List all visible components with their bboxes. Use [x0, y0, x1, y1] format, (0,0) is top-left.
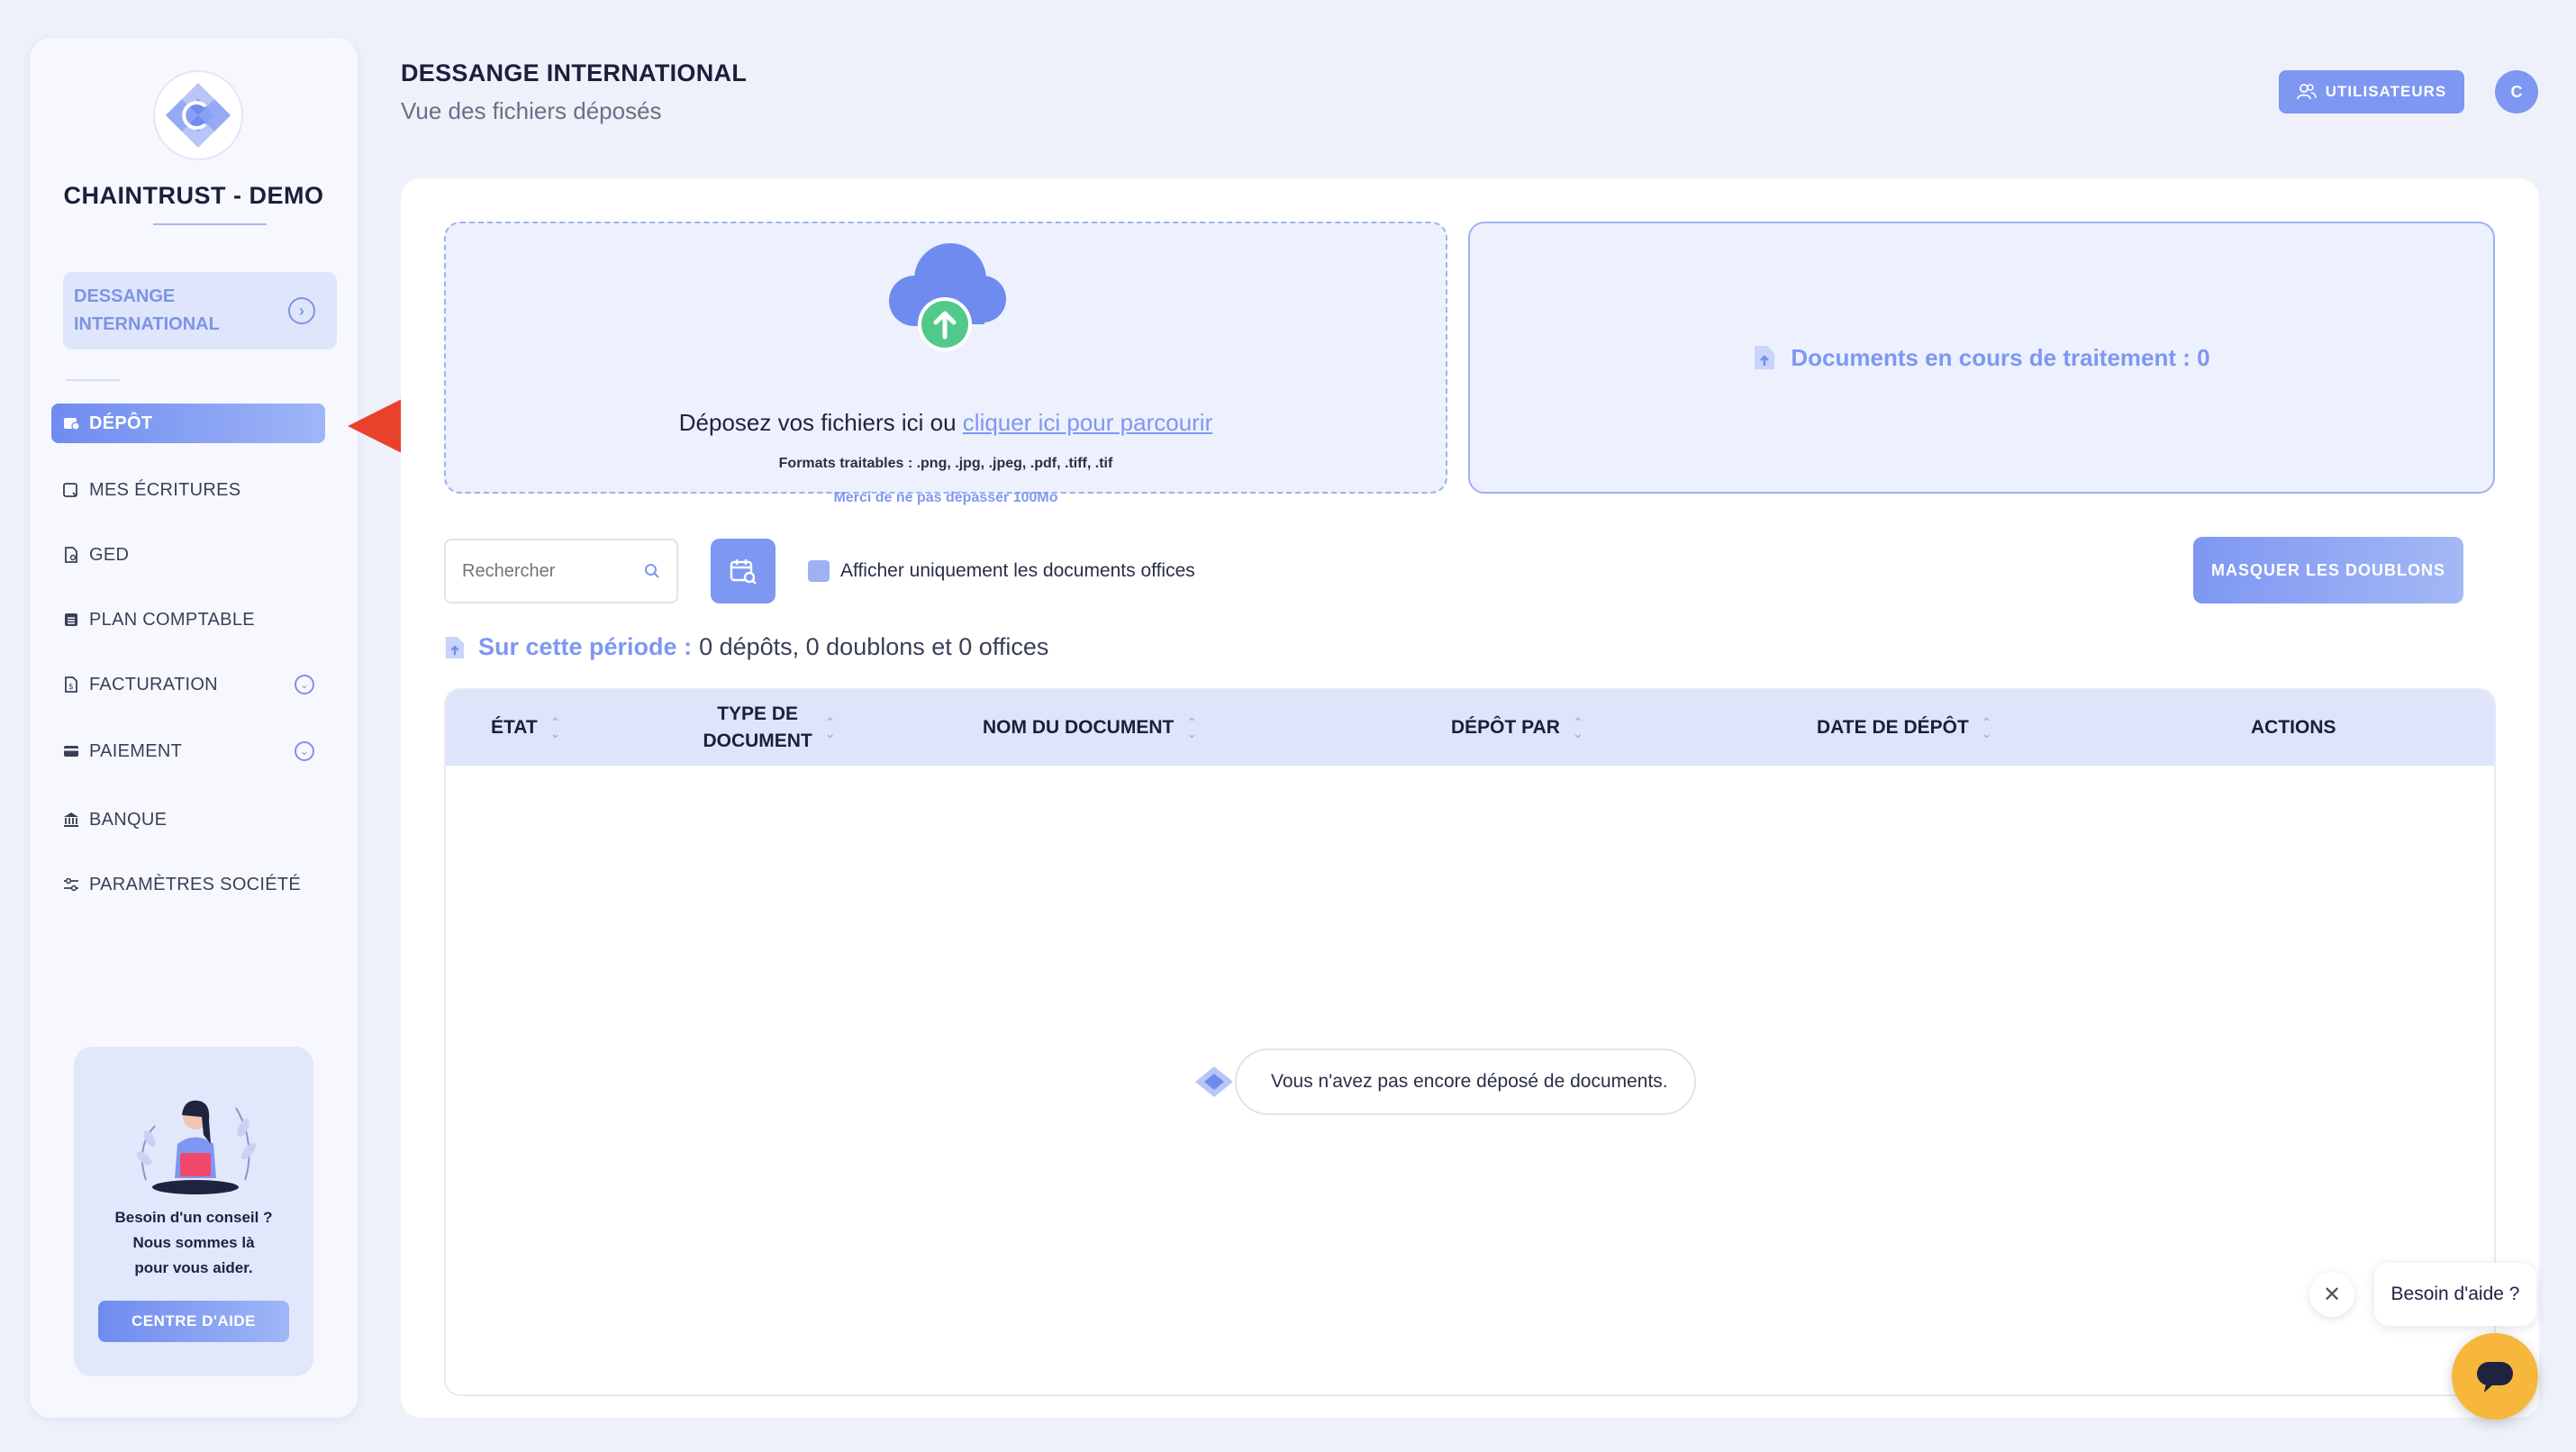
nav-label: FACTURATION [89, 674, 218, 694]
period-value: 0 dépôts, 0 doublons et 0 offices [699, 633, 1049, 660]
nav-label: GED [89, 544, 130, 565]
nav-item-paiement[interactable]: PAIEMENT ⌄ [51, 731, 325, 771]
users-button-label: UTILISATEURS [2325, 83, 2447, 100]
browse-link[interactable]: cliquer ici pour parcourir [963, 409, 1212, 436]
chevron-down-icon[interactable]: ⌄ [295, 675, 314, 694]
column-depot-par[interactable]: DÉPÔT PAR ⌃ ⌄ [1451, 690, 1583, 766]
page-subtitle: Vue des fichiers déposés [401, 97, 662, 124]
offices-checkbox[interactable] [808, 560, 830, 582]
processing-panel: Documents en cours de traitement : 0 [1468, 222, 2495, 494]
document-icon [62, 546, 80, 564]
offices-filter[interactable]: Afficher uniquement les documents office… [808, 558, 1195, 584]
help-text: Besoin d'un conseil ? Nous sommes là pou… [114, 1209, 273, 1276]
search-input[interactable] [462, 560, 624, 582]
nav-item-depot[interactable]: DÉPÔT [51, 404, 325, 443]
nav-label: DÉPÔT [89, 413, 153, 433]
close-icon[interactable]: ✕ [2309, 1272, 2354, 1317]
nav-label: PLAN COMPTABLE [89, 609, 255, 630]
processing-text: Documents en cours de traitement : 0 [1791, 343, 2210, 371]
documents-table: ÉTAT ⌃ ⌄ TYPE DE DOCUMENT ⌃ ⌄ NOM DU DOCUM… [444, 688, 2496, 1396]
users-icon [2296, 84, 2317, 100]
ledger-icon [62, 611, 80, 629]
sort-icon[interactable]: ⌃ ⌄ [1573, 716, 1583, 740]
nav-label: MES ÉCRITURES [89, 479, 241, 500]
chat-icon [2477, 1362, 2513, 1393]
hide-duplicates-button[interactable]: MASQUER LES DOUBLONS [2193, 537, 2463, 603]
users-button[interactable]: UTILISATEURS [2279, 70, 2464, 113]
period-summary: Sur cette période : 0 dépôts, 0 doublons… [444, 633, 1048, 661]
nav-item-facturation[interactable]: $ FACTURATION ⌄ [51, 665, 325, 704]
company-name: DESSANGE INTERNATIONAL [74, 286, 220, 334]
period-label: Sur cette période : [478, 633, 693, 660]
sidebar: CHAINTRUST - DEMO DESSANGE INTERNATIONAL… [30, 38, 358, 1418]
bank-icon [62, 811, 80, 829]
settings-sliders-icon [62, 876, 80, 894]
main-panel: Déposez vos fichiers ici ou cliquer ici … [401, 178, 2539, 1418]
cloud-upload-icon [889, 243, 1006, 351]
nav-label: PAIEMENT [89, 740, 183, 761]
nav-label: BANQUE [89, 809, 168, 830]
nav-item-ged[interactable]: GED [51, 535, 325, 575]
chevron-down-icon[interactable]: ⌄ [295, 741, 314, 761]
deposit-icon [62, 414, 80, 432]
column-etat[interactable]: ÉTAT ⌃ ⌄ [491, 690, 560, 766]
calendar-search-button[interactable] [711, 539, 776, 603]
brand-underline [153, 223, 267, 225]
dropzone-limit: Merci de ne pas dépasser 100Mo [833, 490, 1058, 505]
brand-logo[interactable] [153, 70, 243, 160]
entries-icon [62, 481, 80, 499]
column-date-depot[interactable]: DATE DE DÉPÔT ⌃ ⌄ [1817, 690, 1992, 766]
calendar-search-icon [730, 559, 757, 585]
brand-name: CHAINTRUST - DEMO [63, 182, 324, 209]
chat-launcher-button[interactable] [2452, 1333, 2538, 1420]
column-type-document[interactable]: TYPE DE DOCUMENT ⌃ ⌄ [666, 690, 873, 766]
svg-text:$: $ [68, 683, 74, 692]
file-dropzone[interactable]: Déposez vos fichiers ici ou cliquer ici … [444, 222, 1447, 505]
sort-icon[interactable]: ⌃ ⌄ [1982, 716, 1992, 740]
table-header: ÉTAT ⌃ ⌄ TYPE DE DOCUMENT ⌃ ⌄ NOM DU DOCUM… [446, 690, 2494, 766]
card-icon [62, 742, 80, 760]
invoice-icon: $ [62, 676, 80, 694]
divider [66, 379, 120, 381]
nav-item-mes-ecritures[interactable]: MES ÉCRITURES [51, 470, 325, 510]
chevron-right-icon: › [288, 297, 315, 324]
column-actions: ACTIONS [2251, 717, 2336, 738]
avatar[interactable]: C [2495, 70, 2538, 113]
offices-filter-label: Afficher uniquement les documents office… [840, 560, 1195, 581]
search-box[interactable] [444, 539, 678, 603]
nav-item-banque[interactable]: BANQUE [51, 800, 325, 839]
sort-icon[interactable]: ⌃ ⌄ [1186, 716, 1197, 740]
chat-prompt-bubble[interactable]: Besoin d'aide ? [2374, 1263, 2536, 1326]
nav-item-parametres-societe[interactable]: PARAMÈTRES SOCIÉTÉ [51, 865, 325, 904]
dropzone-formats: Formats traitables : .png, .jpg, .jpeg, … [778, 456, 1113, 471]
help-center-button[interactable]: CENTRE D'AIDE [98, 1301, 289, 1342]
search-icon [645, 564, 659, 578]
empty-state-message: Vous n'avez pas encore déposé de documen… [1235, 1048, 1696, 1115]
help-card: Besoin d'un conseil ? Nous sommes là pou… [74, 1047, 313, 1376]
dropzone-text: Déposez vos fichiers ici ou cliquer ici … [678, 409, 1213, 436]
sort-icon[interactable]: ⌃ ⌄ [825, 716, 836, 740]
company-selector[interactable]: DESSANGE INTERNATIONAL › [63, 272, 337, 349]
file-upload-icon [445, 636, 465, 658]
nav-label: PARAMÈTRES SOCIÉTÉ [89, 874, 302, 894]
brand-logo-icon [1195, 1066, 1233, 1097]
nav-item-plan-comptable[interactable]: PLAN COMPTABLE [51, 600, 325, 640]
column-nom-document[interactable]: NOM DU DOCUMENT ⌃ ⌄ [983, 690, 1197, 766]
file-upload-icon [1755, 346, 1775, 369]
sort-icon[interactable]: ⌃ ⌄ [550, 716, 561, 740]
page-title: DESSANGE INTERNATIONAL [401, 59, 748, 86]
help-illustration [136, 1100, 257, 1194]
